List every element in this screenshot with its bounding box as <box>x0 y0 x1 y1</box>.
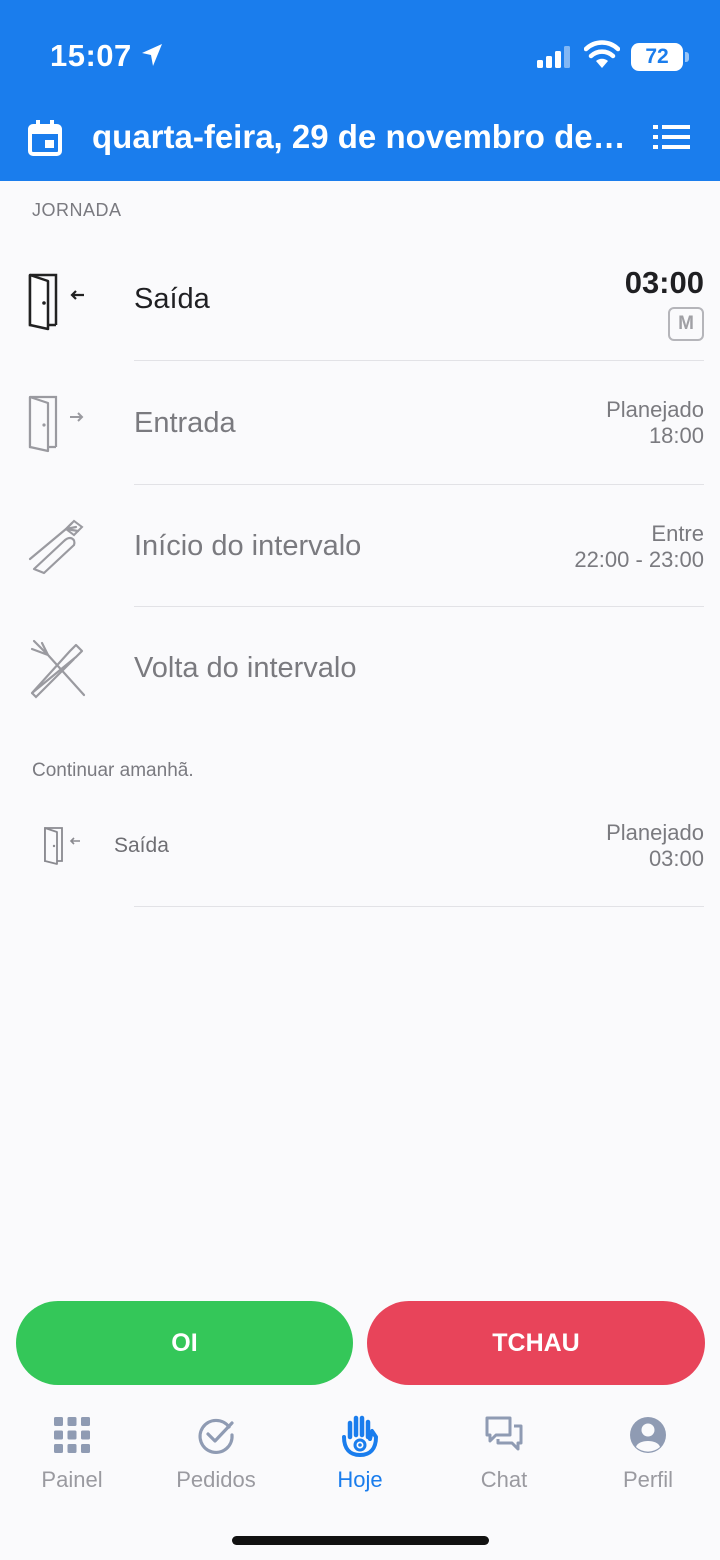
row-label: Início do intervalo <box>134 530 362 562</box>
row-time-info: Planejado 03:00 <box>606 820 704 872</box>
section-label-jornada: JORNADA <box>32 200 122 220</box>
divider <box>134 906 704 907</box>
tab-chat[interactable]: Chat <box>432 1405 576 1505</box>
tab-hoje[interactable]: Hoje <box>288 1405 432 1505</box>
planned-time: 03:00 <box>648 846 704 871</box>
hand-icon <box>342 1415 378 1457</box>
tab-perfil[interactable]: Perfil <box>576 1405 720 1505</box>
calendar-icon[interactable] <box>28 120 62 156</box>
manual-badge: M <box>668 307 704 341</box>
tab-label: Painel <box>41 1467 103 1492</box>
row-label: Volta do intervalo <box>134 652 357 684</box>
status-time: 15:07 <box>50 38 132 73</box>
row-time-info: 03:00 M <box>625 267 704 341</box>
cellular-signal-icon <box>537 46 570 68</box>
app-header: 15:07 72 quarta-feira, 29 de novembro de… <box>0 0 720 181</box>
row-time-info: Entre 22:00 - 23:00 <box>574 521 704 573</box>
bottom-tab-bar: Painel Pedidos Hoje Chat Perfil <box>0 1405 720 1515</box>
continuar-row-saida[interactable]: Saída Planejado 03:00 <box>0 800 720 906</box>
planned-time: 18:00 <box>648 423 704 448</box>
tchau-button[interactable]: TCHAU <box>367 1301 705 1385</box>
tab-label: Hoje <box>337 1467 383 1492</box>
row-time-info: Planejado 18:00 <box>606 397 704 449</box>
user-icon <box>630 1417 666 1453</box>
fork-knife-icon <box>28 519 84 575</box>
row-label: Saída <box>114 834 169 857</box>
header-date-title[interactable]: quarta-feira, 29 de novembro de 2023 <box>92 118 632 156</box>
jornada-row-saida[interactable]: Saída 03:00 M <box>0 245 720 360</box>
crossed-fork-knife-icon <box>30 639 86 699</box>
tab-pedidos[interactable]: Pedidos <box>144 1405 288 1505</box>
row-label: Entrada <box>134 407 236 439</box>
chat-bubbles-icon <box>485 1416 523 1451</box>
row-label: Saída <box>134 283 210 315</box>
battery-tip <box>685 52 689 62</box>
door-exit-small-icon <box>44 827 80 865</box>
interval-range: 22:00 - 23:00 <box>574 547 704 572</box>
home-indicator <box>232 1536 489 1545</box>
tab-painel[interactable]: Painel <box>0 1405 144 1505</box>
door-enter-icon <box>28 395 84 453</box>
planned-label: Planejado <box>606 397 704 422</box>
section-label-continuar: Continuar amanhã. <box>32 760 194 781</box>
between-label: Entre <box>651 521 704 546</box>
door-exit-icon <box>28 273 84 331</box>
jornada-row-entrada[interactable]: Entrada Planejado 18:00 <box>0 361 720 484</box>
check-circle-icon <box>198 1418 234 1455</box>
list-menu-icon[interactable] <box>653 124 691 150</box>
battery-indicator: 72 <box>631 43 683 71</box>
tab-label: Perfil <box>622 1467 674 1492</box>
saida-time: 03:00 <box>624 265 704 300</box>
tab-label: Chat <box>480 1467 528 1492</box>
jornada-row-inicio-intervalo[interactable]: Início do intervalo Entre 22:00 - 23:00 <box>0 485 720 606</box>
wifi-icon <box>584 40 620 68</box>
jornada-row-volta-intervalo[interactable]: Volta do intervalo <box>0 607 720 732</box>
tab-label: Pedidos <box>176 1467 256 1492</box>
location-arrow-icon <box>142 44 162 66</box>
planned-label: Planejado <box>606 820 704 845</box>
oi-button[interactable]: OI <box>16 1301 353 1385</box>
grid-icon <box>54 1417 90 1453</box>
